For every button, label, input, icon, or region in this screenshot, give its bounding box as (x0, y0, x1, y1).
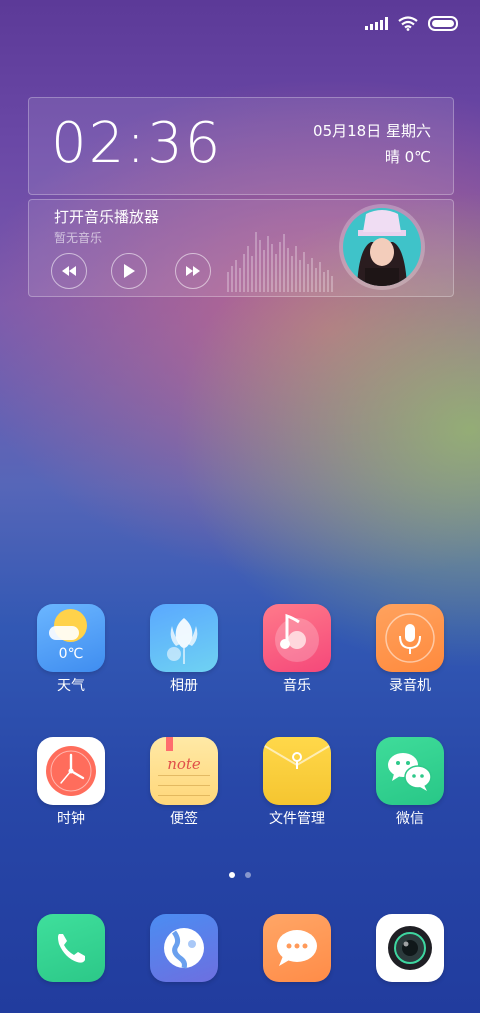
page-indicator[interactable] (0, 872, 480, 878)
album-art-image (343, 208, 421, 286)
clock-weather: 晴 0℃ (384, 148, 431, 166)
status-bar (365, 16, 458, 31)
recorder-icon (376, 604, 444, 672)
app-wechat[interactable]: 微信 (360, 737, 460, 828)
clock-time: 02:36 (51, 111, 223, 176)
play-icon (124, 264, 135, 278)
clock-widget[interactable]: 02:36 05月18日 星期六 晴 0℃ (28, 97, 454, 195)
clock-date: 05月18日 星期六 (313, 122, 431, 140)
wifi-icon (398, 16, 418, 31)
equalizer-graphic (227, 232, 333, 292)
app-clock[interactable]: 时钟 (21, 737, 121, 828)
dock-browser[interactable] (134, 914, 234, 982)
previous-button[interactable] (51, 253, 87, 289)
note-text: note (167, 755, 201, 773)
music-title[interactable]: 打开音乐播放器 (54, 206, 159, 227)
dock-messages[interactable] (247, 914, 347, 982)
clock-icon (37, 737, 105, 805)
browser-icon (150, 914, 218, 982)
fast-forward-icon (186, 266, 200, 276)
dock-camera[interactable] (360, 914, 460, 982)
dock-phone[interactable] (21, 914, 121, 982)
file-manager-icon (263, 737, 331, 805)
wechat-icon (376, 737, 444, 805)
rewind-icon (62, 266, 76, 276)
app-recorder[interactable]: 录音机 (360, 604, 460, 695)
camera-icon (376, 914, 444, 982)
music-widget[interactable]: 打开音乐播放器 暂无音乐 (28, 199, 454, 297)
app-label: 微信 (396, 811, 424, 827)
app-label: 时钟 (57, 811, 85, 827)
music-subtitle: 暂无音乐 (54, 231, 103, 245)
app-label: 文件管理 (269, 811, 325, 827)
play-button[interactable] (111, 253, 147, 289)
app-label: 音乐 (283, 678, 311, 694)
app-file-manager[interactable]: 文件管理 (247, 737, 347, 828)
app-music[interactable]: 音乐 (247, 604, 347, 695)
page-dot-active[interactable] (229, 872, 235, 878)
weather-icon: 0℃ (37, 604, 105, 672)
app-label: 相册 (170, 678, 198, 694)
app-gallery[interactable]: 相册 (134, 604, 234, 695)
phone-icon (37, 914, 105, 982)
signal-icon (365, 17, 388, 30)
app-label: 便签 (170, 811, 198, 827)
app-notes[interactable]: note 便签 (134, 737, 234, 828)
app-label: 天气 (57, 678, 85, 694)
app-label: 录音机 (389, 678, 431, 694)
app-weather[interactable]: 0℃ 天气 (21, 604, 121, 695)
notes-icon: note (150, 737, 218, 805)
next-button[interactable] (175, 253, 211, 289)
gallery-icon (150, 604, 218, 672)
album-cover[interactable] (339, 204, 425, 290)
music-icon (263, 604, 331, 672)
battery-icon (428, 16, 458, 31)
weather-temp: 0℃ (58, 646, 84, 662)
page-dot[interactable] (245, 872, 251, 878)
messages-icon (263, 914, 331, 982)
